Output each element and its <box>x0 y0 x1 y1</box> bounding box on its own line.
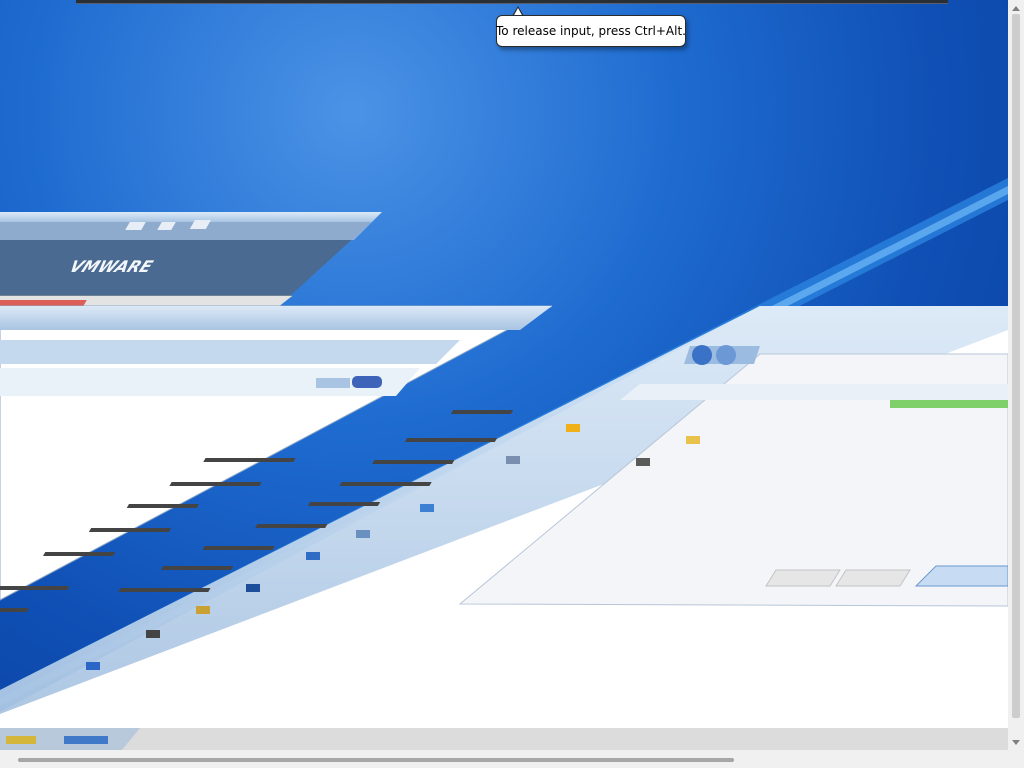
scrollbar-corner <box>1008 750 1024 768</box>
computer-icon <box>246 584 260 592</box>
folder-icon <box>686 436 700 444</box>
disk-icon <box>196 606 210 614</box>
progress-indicator <box>890 400 1008 408</box>
vm-console-top-bar <box>76 0 948 4</box>
scroll-down-arrow-icon[interactable] <box>1012 740 1020 745</box>
next-button-shape[interactable] <box>835 569 911 587</box>
forward-arrow-icon[interactable] <box>716 345 736 365</box>
vmware-logo: VMWARE <box>66 257 156 276</box>
drive-icon <box>636 458 650 466</box>
back-arrow-icon[interactable] <box>692 345 712 365</box>
back-button-shape[interactable] <box>765 569 841 587</box>
network-icon <box>86 662 100 670</box>
document-icon <box>420 504 434 512</box>
vmware-window-titlebar <box>0 212 382 222</box>
tooltip-text: To release input, press Ctrl+Alt. <box>496 24 686 38</box>
horizontal-scroll-thumb[interactable] <box>18 758 734 762</box>
scroll-up-arrow-icon[interactable] <box>1012 6 1020 11</box>
search-icon <box>566 424 580 432</box>
tilted-windows-scene: VMWARE <box>0 178 1008 750</box>
vm-desktop-background: VMWARE To release input, press Ctrl+Alt. <box>0 0 1008 750</box>
music-icon <box>506 456 520 464</box>
bottom-strip <box>0 728 1008 750</box>
pictures-icon <box>306 552 320 560</box>
video-icon <box>356 530 370 538</box>
release-input-tooltip: To release input, press Ctrl+Alt. <box>496 15 686 47</box>
vertical-scroll-thumb[interactable] <box>1012 14 1020 718</box>
explorer-address-bar[interactable] <box>0 340 460 364</box>
dvd-icon <box>146 630 160 638</box>
